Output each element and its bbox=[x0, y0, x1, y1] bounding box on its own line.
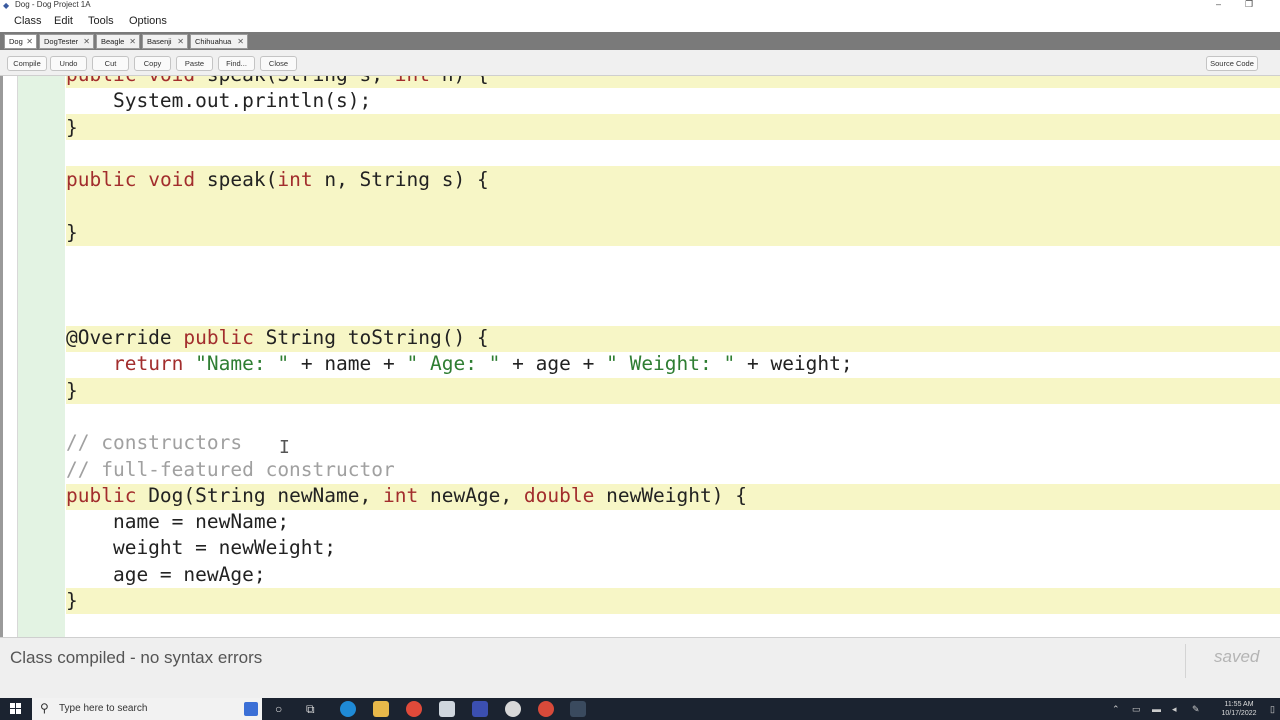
search-placeholder: Type here to search bbox=[59, 703, 148, 714]
text-cursor-icon: I bbox=[279, 437, 290, 458]
minimize-icon[interactable]: – bbox=[1216, 0, 1221, 10]
network-icon[interactable]: ▭ bbox=[1132, 704, 1141, 714]
search-highlight-icon bbox=[244, 702, 258, 716]
windows-start-icon[interactable] bbox=[10, 703, 22, 715]
title-bar: ◆ Dog - Dog Project 1A – ❐ bbox=[0, 0, 1280, 11]
tab-label: Dog bbox=[9, 37, 23, 46]
search-icon: ⚲ bbox=[40, 701, 49, 715]
tab-beagle[interactable]: Beagle ✕ bbox=[96, 34, 140, 49]
restore-icon[interactable]: ❐ bbox=[1245, 0, 1253, 10]
bluej-app-icon: ◆ bbox=[3, 1, 10, 10]
taskbar-search[interactable]: ⚲ Type here to search bbox=[32, 698, 262, 720]
code-line[interactable]: public void speak(String s, int n) { bbox=[66, 76, 489, 88]
tab-label: Beagle bbox=[101, 37, 125, 46]
saved-indicator: saved bbox=[1214, 647, 1260, 666]
code-line[interactable]: name = newName; bbox=[66, 509, 289, 535]
menu-edit[interactable]: Edit bbox=[54, 14, 73, 28]
tray-chevron-icon[interactable]: ⌃ bbox=[1112, 704, 1120, 714]
tab-label: Basenji bbox=[147, 37, 172, 46]
status-divider bbox=[1185, 644, 1186, 678]
tab-basenji[interactable]: Basenji ✕ bbox=[142, 34, 188, 49]
scope-highlight bbox=[66, 588, 1280, 614]
status-area: Class compiled - no syntax errors saved bbox=[0, 637, 1280, 698]
menu-tools[interactable]: Tools bbox=[88, 14, 114, 28]
line-gutter[interactable] bbox=[17, 76, 65, 637]
menu-class[interactable]: Class bbox=[14, 14, 42, 28]
code-line[interactable]: } bbox=[66, 588, 78, 614]
code-line[interactable]: } bbox=[66, 220, 78, 246]
code-line[interactable]: // full-featured constructor bbox=[66, 457, 395, 483]
cortana-icon[interactable]: ○ bbox=[275, 701, 282, 717]
editor-tab-bar: Dog ✕ DogTester ✕ Beagle ✕ Basenji ✕ Chi… bbox=[0, 32, 1280, 50]
compile-button[interactable]: Compile bbox=[7, 56, 47, 71]
code-line[interactable]: public void speak(int n, String s) { bbox=[66, 167, 489, 193]
ide-icon[interactable] bbox=[472, 701, 488, 717]
undo-button[interactable]: Undo bbox=[50, 56, 87, 71]
find-button[interactable]: Find... bbox=[218, 56, 255, 71]
code-line[interactable]: // constructors bbox=[66, 430, 242, 456]
compile-status: Class compiled - no syntax errors bbox=[10, 648, 263, 667]
close-button[interactable]: Close bbox=[260, 56, 297, 71]
code-line[interactable]: return "Name: " + name + " Age: " + age … bbox=[66, 351, 853, 377]
edge-icon[interactable] bbox=[340, 701, 356, 717]
code-line[interactable]: @Override public String toString() { bbox=[66, 325, 489, 351]
volume-icon[interactable]: ◂ bbox=[1172, 704, 1177, 714]
cut-button[interactable]: Cut bbox=[92, 56, 129, 71]
store-icon[interactable] bbox=[439, 701, 455, 717]
window-title: Dog - Dog Project 1A bbox=[15, 0, 91, 9]
pen-icon[interactable]: ✎ bbox=[1192, 704, 1200, 714]
close-icon[interactable]: ✕ bbox=[237, 35, 244, 48]
chrome-icon[interactable] bbox=[406, 701, 422, 717]
tab-label: Chihuahua bbox=[195, 37, 232, 46]
tab-chihuahua[interactable]: Chihuahua ✕ bbox=[190, 34, 248, 49]
app-icon[interactable] bbox=[505, 701, 521, 717]
menu-bar: Class Edit Tools Options bbox=[0, 11, 1280, 32]
battery-icon[interactable]: ▬ bbox=[1152, 704, 1161, 714]
editor-toolbar: Compile Undo Cut Copy Paste Find... Clos… bbox=[0, 50, 1280, 76]
close-icon[interactable]: ✕ bbox=[83, 35, 90, 48]
editor-left-edge bbox=[0, 76, 3, 637]
task-view-icon[interactable]: ⧉ bbox=[306, 701, 315, 717]
code-line[interactable]: System.out.println(s); bbox=[66, 88, 371, 114]
code-line[interactable]: public Dog(String newName, int newAge, d… bbox=[66, 483, 747, 509]
copy-button[interactable]: Copy bbox=[134, 56, 171, 71]
clock-date: 10/17/2022 bbox=[1221, 710, 1257, 717]
code-editor[interactable]: public void speak(String s, int n) { Sys… bbox=[0, 76, 1280, 637]
chrome-profile-icon[interactable] bbox=[538, 701, 554, 717]
clock-time: 11:55 AM bbox=[1224, 701, 1254, 708]
view-mode-select[interactable]: Source Code bbox=[1206, 56, 1258, 71]
taskbar-clock[interactable]: 11:55 AM 10/17/2022 bbox=[1214, 700, 1264, 718]
paste-button[interactable]: Paste bbox=[176, 56, 213, 71]
tab-label: DogTester bbox=[44, 37, 79, 46]
bluej-window: ◆ Dog - Dog Project 1A – ❐ Class Edit To… bbox=[0, 0, 1280, 720]
scope-highlight bbox=[66, 114, 1280, 140]
scope-highlight bbox=[66, 378, 1280, 404]
tab-dogtester[interactable]: DogTester ✕ bbox=[39, 34, 94, 49]
bluej-taskbar-icon[interactable] bbox=[570, 701, 586, 717]
code-line[interactable]: } bbox=[66, 115, 78, 141]
code-line[interactable]: weight = newWeight; bbox=[66, 535, 336, 561]
close-icon[interactable]: ✕ bbox=[129, 35, 136, 48]
close-icon[interactable]: ✕ bbox=[26, 35, 33, 48]
notifications-icon[interactable]: ▯ bbox=[1270, 704, 1275, 714]
close-icon[interactable]: ✕ bbox=[177, 35, 184, 48]
windows-taskbar: ⚲ Type here to search ○ ⧉ ⌃ ▭ ▬ ◂ ✎ 11:5… bbox=[0, 698, 1280, 720]
file-explorer-icon[interactable] bbox=[373, 701, 389, 717]
code-line[interactable]: age = newAge; bbox=[66, 562, 266, 588]
menu-options[interactable]: Options bbox=[129, 14, 167, 28]
tab-dog[interactable]: Dog ✕ bbox=[4, 34, 37, 49]
code-line[interactable]: } bbox=[66, 378, 78, 404]
